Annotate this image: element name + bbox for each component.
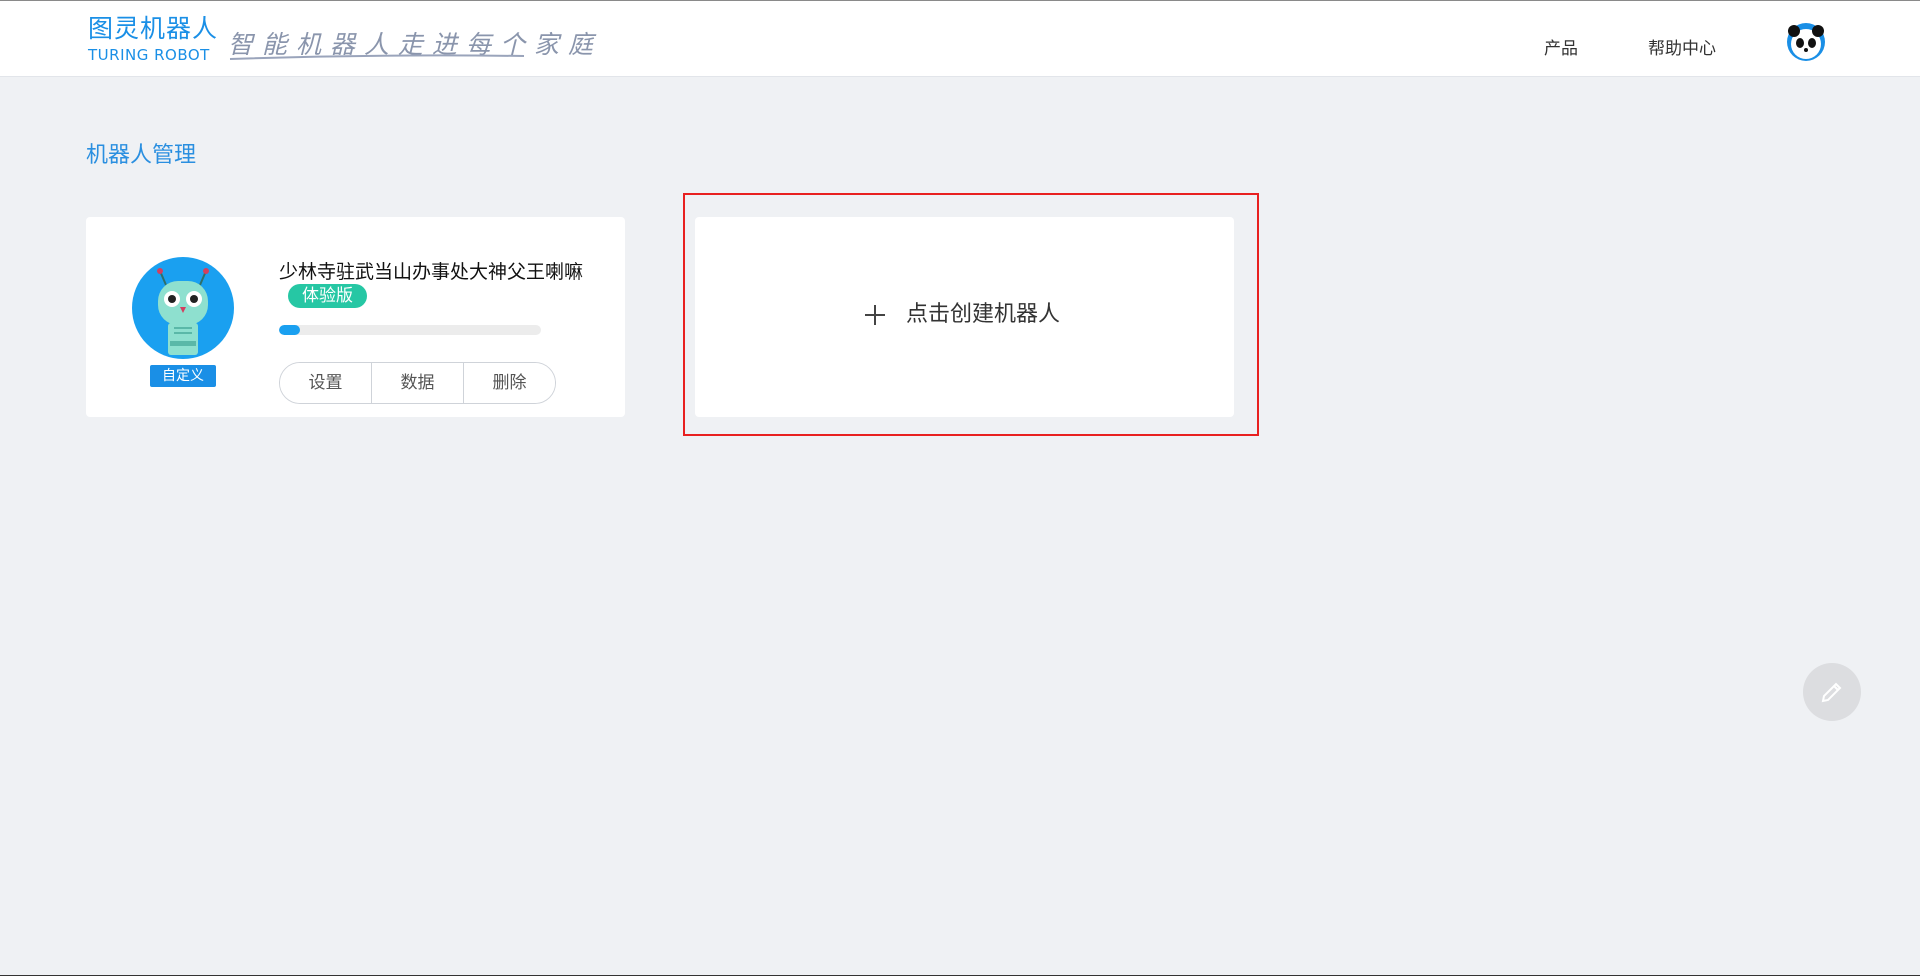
- robot-progress-fill: [279, 325, 300, 335]
- robot-progress-bar: [279, 325, 541, 335]
- logo-english-text: TURING ROBOT: [88, 46, 210, 64]
- robot-card: 自定义 少林寺驻武当山办事处大神父王喇嘛 体验版 设置 数据 删除: [86, 217, 625, 417]
- plus-icon: [865, 305, 885, 325]
- settings-button[interactable]: 设置: [280, 363, 371, 403]
- custom-type-badge: 自定义: [150, 365, 216, 387]
- nav-item-help-center[interactable]: 帮助中心: [1648, 34, 1716, 59]
- page-title: 机器人管理: [86, 143, 197, 168]
- pencil-icon: [1821, 682, 1842, 703]
- turing-logo[interactable]: 图灵机器人 TURING ROBOT: [88, 15, 218, 65]
- delete-button[interactable]: 删除: [463, 363, 555, 403]
- robot-name: 少林寺驻武当山办事处大神父王喇嘛: [279, 261, 584, 283]
- data-button[interactable]: 数据: [371, 363, 463, 403]
- panda-avatar-icon[interactable]: [1786, 22, 1826, 62]
- nav-item-products[interactable]: 产品: [1544, 34, 1578, 59]
- floating-edit-button[interactable]: [1803, 663, 1861, 721]
- trial-version-badge: 体验版: [288, 284, 367, 308]
- create-robot-label: 点击创建机器人: [906, 302, 1061, 327]
- slogan-underline: [229, 54, 525, 60]
- top-header: 图灵机器人 TURING ROBOT 智能机器人走进每个家庭 产品 帮助中心: [0, 1, 1920, 77]
- logo-chinese-text: 图灵机器人: [88, 14, 219, 43]
- robot-avatar-icon: [132, 257, 234, 359]
- create-robot-card[interactable]: 点击创建机器人: [695, 217, 1234, 417]
- robot-action-group: 设置 数据 删除: [279, 362, 556, 404]
